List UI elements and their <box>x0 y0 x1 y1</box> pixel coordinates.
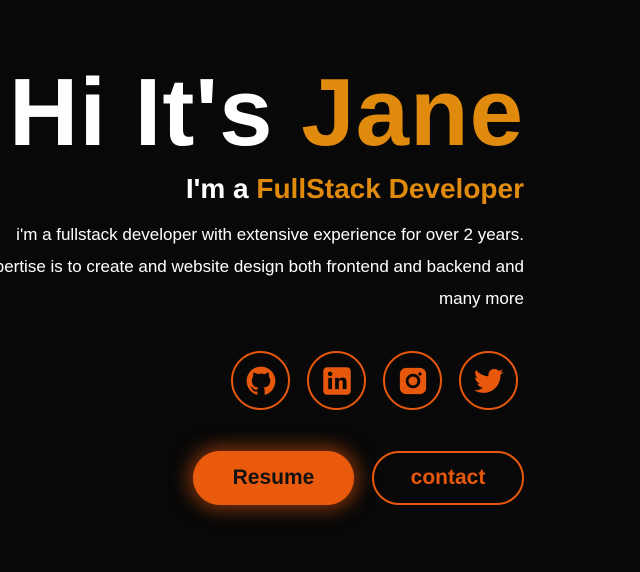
instagram-link[interactable] <box>383 351 442 410</box>
twitter-link[interactable] <box>459 351 518 410</box>
linkedin-link[interactable] <box>307 351 366 410</box>
role-text: FullStack Developer <box>256 173 524 204</box>
github-link[interactable] <box>231 351 290 410</box>
hero-subtitle: I'm a FullStack Developer <box>186 170 524 208</box>
twitter-icon <box>473 366 504 396</box>
contact-button[interactable]: contact <box>372 451 524 505</box>
resume-button[interactable]: Resume <box>193 451 354 505</box>
role-prefix: I'm a <box>185 173 249 204</box>
hero-description: i'm a fullstack developer with extensive… <box>0 225 524 308</box>
instagram-icon <box>398 366 428 396</box>
hero-name: Jane <box>301 59 524 166</box>
greeting-text: Hi It's <box>8 59 274 166</box>
hero-section: Hi It's Jane I'm a FullStack Developer i… <box>0 0 640 572</box>
social-links <box>231 351 518 410</box>
linkedin-icon <box>322 366 352 396</box>
hero-title: Hi It's Jane <box>9 58 524 168</box>
github-icon <box>246 366 276 396</box>
